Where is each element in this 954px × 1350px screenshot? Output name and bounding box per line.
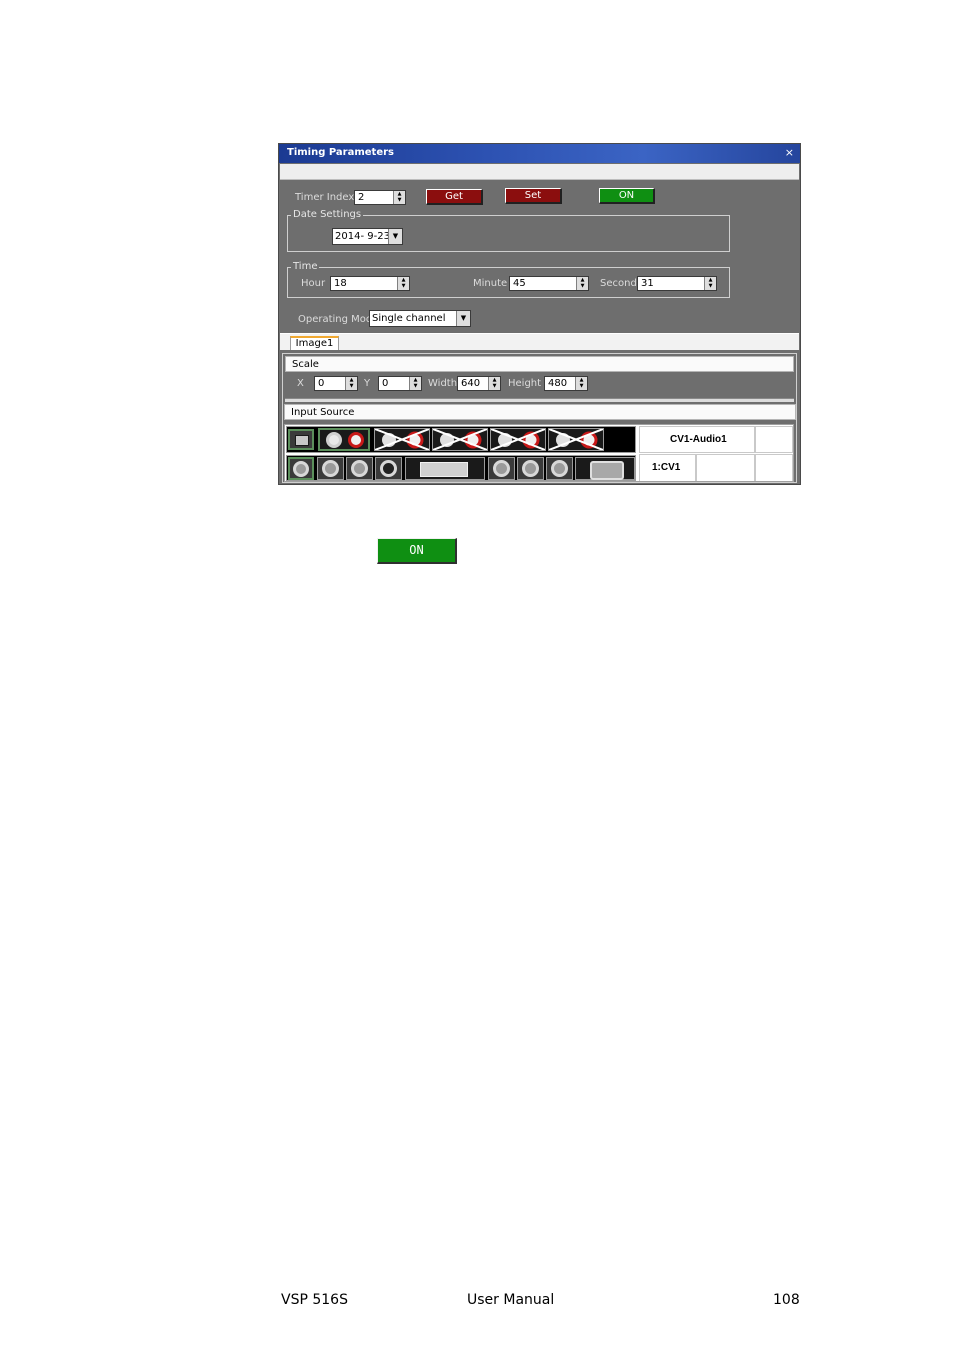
chevron-down-icon[interactable]: ▼ [388,229,402,244]
arrow-down-icon[interactable]: ▼ [576,383,587,389]
empty-cell [696,454,755,481]
on-button[interactable]: ON [599,188,655,204]
network-port-icon[interactable] [288,429,314,450]
chevron-down-icon[interactable]: ▼ [456,311,470,326]
s-video-input-icon[interactable] [375,457,402,480]
arrow-down-icon[interactable]: ▼ [705,283,716,289]
bnc-input-1-icon[interactable] [288,457,314,480]
scale-header: Scale [285,356,794,372]
get-button[interactable]: Get [426,189,483,205]
operating-mode-label: Operating Mode [298,314,379,325]
second-label: Second [600,278,637,289]
input-source-header: Input Source [284,404,796,420]
scale-x-spinner[interactable]: 0 ▲ ▼ [314,376,358,391]
audio-input-2-icon[interactable] [374,428,430,451]
close-icon[interactable]: × [785,146,794,159]
audio-input-5-icon[interactable] [548,428,604,451]
menu-strip [280,164,799,180]
arrow-down-icon[interactable]: ▼ [398,283,409,289]
timing-parameters-window: Timing Parameters × Timer Index 2 ▲ ▼ Get… [278,143,801,485]
minute-spinner[interactable]: 45 ▲ ▼ [509,276,589,291]
bnc-input-6-icon[interactable] [546,457,573,480]
timer-index-spinner[interactable]: 2 ▲ ▼ [354,190,406,205]
divider [285,398,794,402]
bnc-input-5-icon[interactable] [517,457,544,480]
arrow-down-icon[interactable]: ▼ [394,197,405,203]
scale-y-spinner[interactable]: 0 ▲ ▼ [378,376,422,391]
vga-input-icon[interactable] [575,457,635,480]
audio-input-3-icon[interactable] [432,428,488,451]
scale-y-label: Y [364,378,371,389]
hour-label: Hour [301,278,326,289]
arrow-down-icon[interactable]: ▼ [489,383,500,389]
date-settings-legend: Date Settings [291,209,364,220]
scale-width-label: Width [428,378,458,389]
date-picker[interactable]: 2014- 9-23 ▼ [332,228,403,245]
on-button-illustration: ON [377,538,457,564]
time-group: Time Hour 18 ▲ ▼ Minute 45 ▲ ▼ Second 31 ▲… [287,261,730,298]
arrow-down-icon[interactable]: ▼ [346,383,357,389]
video-selection-cell[interactable]: 1:CV1 [639,454,696,481]
audio-selection-cell[interactable]: CV1-Audio1 [639,426,755,453]
scale-height-spinner[interactable]: 480 ▲ ▼ [544,376,588,391]
bnc-input-2-icon[interactable] [317,457,344,480]
operating-mode-select[interactable]: Single channel ▼ [369,310,471,327]
time-legend: Time [291,261,320,272]
window-title: Timing Parameters [287,147,394,158]
footer-doc-title: User Manual [467,1292,555,1308]
date-settings-group: Date Settings 2014- 9-23 ▼ [287,209,730,252]
footer-product: VSP 516S [281,1292,348,1308]
second-spinner[interactable]: 31 ▲ ▼ [637,276,717,291]
timer-index-label: Timer Index [295,192,355,203]
empty-cell [755,454,793,481]
scale-x-label: X [297,378,304,389]
scale-width-spinner[interactable]: 640 ▲ ▼ [457,376,501,391]
bnc-input-3-icon[interactable] [346,457,373,480]
input-source-panel: CV1-Audio1 1:CV1 [284,424,794,482]
arrow-down-icon[interactable]: ▼ [577,283,588,289]
tab-strip: Image1 [280,333,799,350]
empty-cell [755,426,793,453]
tab-image1[interactable]: Image1 [290,336,339,350]
bnc-input-4-icon[interactable] [488,457,515,480]
dvi-input-icon[interactable] [405,457,485,480]
audio-input-1-icon[interactable] [318,428,370,451]
minute-label: Minute [473,278,508,289]
audio-input-4-icon[interactable] [490,428,546,451]
arrow-down-icon[interactable]: ▼ [410,383,421,389]
set-button[interactable]: Set [505,188,562,204]
title-bar[interactable]: Timing Parameters × [279,144,800,163]
scale-height-label: Height [508,378,542,389]
footer-page-number: 108 [773,1292,800,1308]
hour-spinner[interactable]: 18 ▲ ▼ [330,276,410,291]
